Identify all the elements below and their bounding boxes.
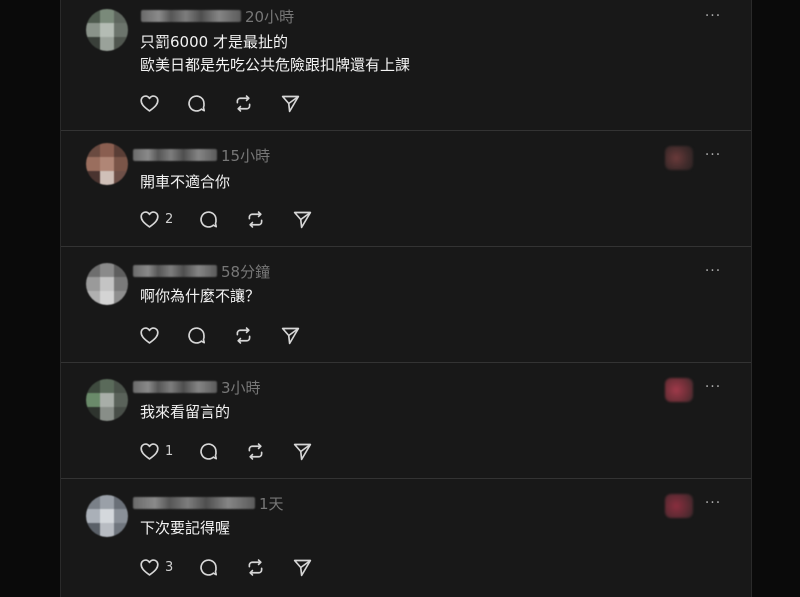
comment-text: 下次要記得喔 (140, 517, 230, 540)
comment-line: 歐美日都是先吃公共危險跟扣牌還有上課 (140, 56, 411, 74)
like-button[interactable] (139, 92, 186, 114)
avatar[interactable] (86, 143, 128, 185)
username[interactable]: 20小時 (141, 7, 295, 26)
reply-button[interactable] (186, 324, 233, 346)
avatar[interactable] (86, 263, 128, 305)
comment-post: 3小時 ··· 我來看留言的 1 (61, 363, 751, 479)
username[interactable]: 1天 (133, 494, 284, 513)
repost-button[interactable] (245, 440, 292, 462)
follow-badge[interactable] (665, 146, 693, 170)
action-bar: 1 (139, 440, 339, 462)
comment-line: 開車不適合你 (140, 173, 231, 191)
comment-icon (188, 326, 206, 344)
more-icon[interactable]: ··· (703, 496, 723, 510)
send-icon (293, 559, 312, 576)
comment-line: 啊你為什麼不讓？ (140, 287, 261, 305)
like-count: 2 (165, 211, 174, 227)
timestamp: 3小時 (221, 378, 261, 397)
send-icon (293, 211, 312, 228)
reply-button[interactable] (198, 556, 245, 578)
comment-text: 我來看留言的 (140, 401, 230, 424)
action-bar (139, 92, 327, 114)
follow-badge[interactable] (665, 494, 693, 518)
avatar[interactable] (86, 495, 128, 537)
follow-badge[interactable] (665, 378, 693, 402)
like-count: 1 (165, 443, 174, 459)
comment-icon (200, 210, 218, 228)
heart-icon (140, 210, 159, 228)
comment-text: 只罰6000 才是最扯的 歐美日都是先吃公共危險跟扣牌還有上課 (140, 31, 410, 77)
send-icon (281, 95, 300, 112)
heart-icon (140, 326, 159, 344)
like-button[interactable]: 1 (139, 440, 198, 462)
comment-post: 20小時 ··· 只罰6000 才是最扯的 歐美日都是先吃公共危險跟扣牌還有上課 (61, 0, 751, 131)
reply-button[interactable] (198, 440, 245, 462)
like-count: 3 (165, 559, 174, 575)
repost-button[interactable] (245, 556, 292, 578)
timestamp: 58分鐘 (221, 262, 271, 281)
comment-post: 1天 ··· 下次要記得喔 3 (61, 479, 751, 597)
comment-icon (200, 558, 218, 576)
comment-line: 下次要記得喔 (140, 519, 231, 537)
repost-icon (248, 442, 263, 460)
username[interactable]: 3小時 (133, 378, 261, 397)
comment-line: 我來看留言的 (140, 403, 231, 421)
heart-icon (140, 442, 159, 460)
action-bar (139, 324, 327, 346)
comment-icon (200, 442, 218, 460)
timestamp: 1天 (259, 494, 284, 513)
timestamp: 20小時 (245, 7, 295, 26)
more-icon[interactable]: ··· (703, 9, 723, 23)
comment-text: 啊你為什麼不讓？ (140, 285, 260, 308)
username[interactable]: 15小時 (133, 146, 271, 165)
comment-post: 15小時 ··· 開車不適合你 2 (61, 131, 751, 247)
username[interactable]: 58分鐘 (133, 262, 271, 281)
repost-icon (236, 326, 251, 344)
more-icon[interactable]: ··· (703, 380, 723, 394)
reply-button[interactable] (198, 208, 245, 230)
heart-icon (140, 558, 159, 576)
send-icon (293, 443, 312, 460)
comment-line: 只罰6000 才是最扯的 (140, 33, 288, 51)
comment-text: 開車不適合你 (140, 171, 230, 194)
repost-icon (248, 558, 263, 576)
more-icon[interactable]: ··· (703, 148, 723, 162)
reply-button[interactable] (186, 92, 233, 114)
like-button[interactable]: 3 (139, 556, 198, 578)
timestamp: 15小時 (221, 146, 271, 165)
comment-icon (188, 94, 206, 112)
comment-post: 58分鐘 ··· 啊你為什麼不讓？ (61, 247, 751, 363)
repost-icon (236, 94, 251, 112)
repost-button[interactable] (233, 92, 280, 114)
share-button[interactable] (292, 208, 339, 230)
repost-icon (248, 210, 263, 228)
repost-button[interactable] (245, 208, 292, 230)
heart-icon (140, 94, 159, 112)
action-bar: 3 (139, 556, 339, 578)
comment-feed: 20小時 ··· 只罰6000 才是最扯的 歐美日都是先吃公共危險跟扣牌還有上課 (60, 0, 752, 597)
avatar[interactable] (86, 379, 128, 421)
repost-button[interactable] (233, 324, 280, 346)
share-button[interactable] (292, 440, 339, 462)
share-button[interactable] (280, 92, 327, 114)
action-bar: 2 (139, 208, 339, 230)
share-button[interactable] (292, 556, 339, 578)
avatar[interactable] (86, 9, 128, 51)
send-icon (281, 327, 300, 344)
like-button[interactable]: 2 (139, 208, 198, 230)
more-icon[interactable]: ··· (703, 264, 723, 278)
like-button[interactable] (139, 324, 186, 346)
share-button[interactable] (280, 324, 327, 346)
